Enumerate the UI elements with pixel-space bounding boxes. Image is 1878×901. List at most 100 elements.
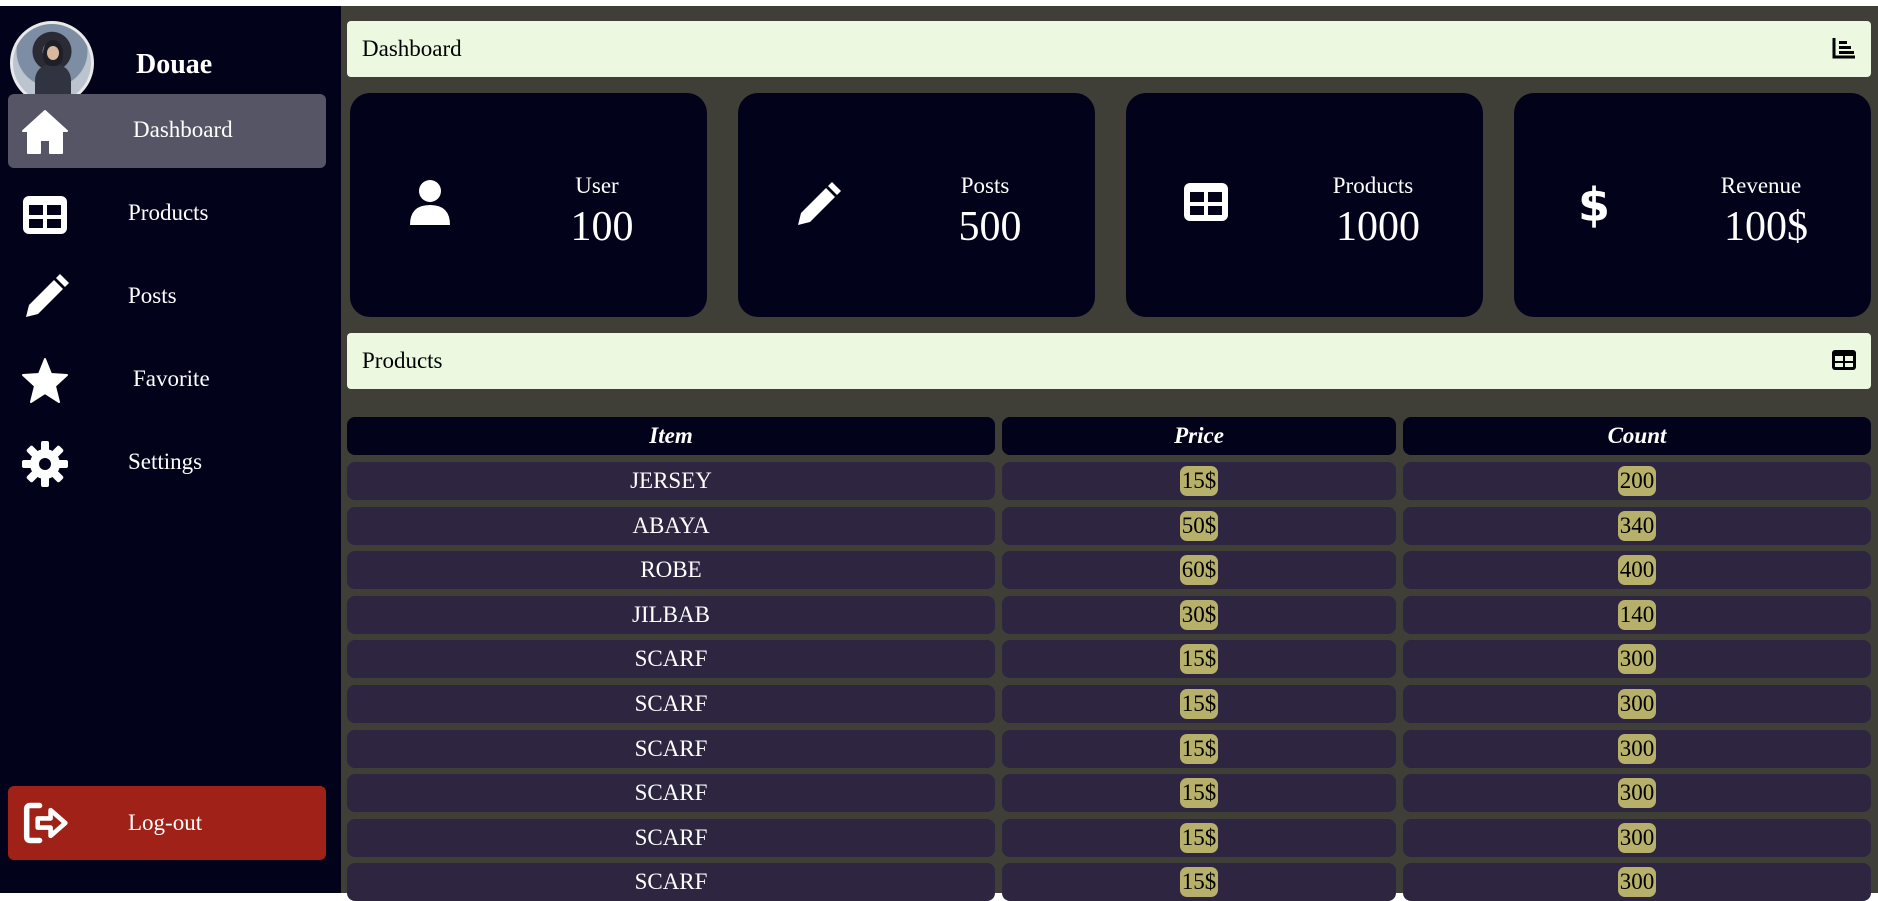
sidebar-item-label: Posts	[128, 283, 177, 308]
count-badge: 300	[1617, 644, 1657, 675]
logout-button[interactable]: Log-out	[8, 786, 326, 860]
sidebar-item-posts[interactable]: Posts	[8, 260, 326, 334]
price-badge: 15$	[1179, 466, 1219, 496]
star-icon	[22, 358, 68, 403]
gear-icon	[22, 441, 68, 487]
table-row[interactable]: ABAYA 50$ 340	[347, 506, 1871, 545]
home-icon	[22, 110, 68, 154]
column-header-item[interactable]: Item	[347, 417, 995, 455]
sidebar-item-products[interactable]: Products	[8, 177, 326, 251]
item-cell: JILBAB	[347, 595, 995, 634]
sidebar-item-favorite[interactable]: Favorite	[8, 343, 326, 417]
item-cell: SCARF	[347, 640, 995, 679]
price-badge: 15$	[1179, 778, 1219, 809]
price-cell: 50$	[1002, 506, 1396, 545]
price-cell: 15$	[1002, 685, 1396, 723]
sidebar: Douae Dashboard Products Posts Favorite …	[0, 6, 341, 893]
item-cell: SCARF	[347, 729, 995, 768]
logout-icon	[23, 802, 68, 844]
column-header-price[interactable]: Price	[1002, 417, 1396, 455]
chart-icon[interactable]	[1831, 35, 1857, 61]
table-row[interactable]: JILBAB 30$ 140	[347, 595, 1871, 634]
table-icon[interactable]	[1831, 347, 1857, 373]
table-row[interactable]: ROBE 60$ 400	[347, 551, 1871, 590]
count-cell: 300	[1403, 774, 1871, 813]
price-badge: 30$	[1179, 599, 1219, 630]
price-cell: 15$	[1002, 462, 1396, 500]
sidebar-item-label: Favorite	[133, 366, 210, 391]
count-cell: 300	[1403, 685, 1871, 723]
price-cell: 15$	[1002, 774, 1396, 813]
stat-card-products: Products 1000	[1126, 93, 1483, 317]
stat-label: Revenue	[1720, 173, 1802, 198]
table-row[interactable]: JERSEY 15$ 200	[347, 462, 1871, 500]
count-cell: 200	[1403, 462, 1871, 500]
stat-value: 100	[570, 204, 634, 250]
price-cell: 30$	[1002, 595, 1396, 634]
pencil-icon	[26, 274, 69, 317]
price-badge: 60$	[1179, 555, 1219, 586]
price-badge: 50$	[1179, 510, 1219, 541]
stat-value: 1000	[1336, 204, 1420, 250]
stat-value: 500	[958, 204, 1022, 250]
table-icon	[1184, 183, 1228, 221]
stat-card-users: User 100	[350, 93, 707, 317]
count-badge: 300	[1617, 689, 1657, 719]
profile: Douae	[8, 21, 334, 105]
sidebar-item-label: Dashboard	[133, 117, 233, 142]
item-cell: ABAYA	[347, 506, 995, 545]
item-cell: SCARF	[347, 863, 995, 901]
dashboard-header: Dashboard	[347, 21, 1871, 77]
table-row[interactable]: SCARF 15$ 300	[347, 640, 1871, 679]
count-badge: 300	[1617, 733, 1657, 764]
stat-label: Products	[1332, 173, 1414, 198]
count-badge: 200	[1617, 466, 1657, 496]
table-row[interactable]: SCARF 15$ 300	[347, 685, 1871, 723]
section-title: Products	[362, 348, 443, 373]
sidebar-item-settings[interactable]: Settings	[8, 426, 326, 500]
item-cell: ROBE	[347, 551, 995, 590]
svg-text:$: $	[1578, 178, 1610, 229]
logout-label: Log-out	[128, 810, 203, 835]
count-badge: 340	[1617, 510, 1657, 541]
count-cell: 300	[1403, 818, 1871, 857]
sidebar-item-dashboard[interactable]: Dashboard	[8, 94, 326, 168]
item-cell: SCARF	[347, 774, 995, 813]
table-row[interactable]: SCARF 15$ 300	[347, 729, 1871, 768]
table-row[interactable]: SCARF 15$ 300	[347, 818, 1871, 857]
item-cell: SCARF	[347, 685, 995, 723]
page-title: Dashboard	[362, 36, 462, 61]
item-cell: SCARF	[347, 818, 995, 857]
count-cell: 300	[1403, 640, 1871, 679]
price-cell: 60$	[1002, 551, 1396, 590]
count-cell: 400	[1403, 551, 1871, 590]
app-window: Douae Dashboard Products Posts Favorite …	[0, 6, 1878, 901]
price-cell: 15$	[1002, 640, 1396, 679]
table-icon	[23, 196, 67, 234]
avatar	[10, 21, 94, 105]
user-icon	[410, 180, 450, 225]
stat-value: 100$	[1724, 204, 1808, 250]
username: Douae	[136, 49, 213, 80]
column-header-count[interactable]: Count	[1403, 417, 1871, 455]
table-row[interactable]: SCARF 15$ 300	[347, 863, 1871, 901]
count-badge: 140	[1617, 599, 1657, 630]
price-cell: 15$	[1002, 818, 1396, 857]
sidebar-item-label: Settings	[128, 449, 203, 474]
price-badge: 15$	[1179, 733, 1219, 764]
price-badge: 15$	[1179, 644, 1219, 675]
table-header-row: Item Price Count	[347, 417, 1871, 455]
table-row[interactable]: SCARF 15$ 300	[347, 774, 1871, 813]
stat-label: Posts	[960, 173, 1010, 198]
count-badge: 300	[1617, 822, 1657, 853]
count-cell: 300	[1403, 863, 1871, 901]
stat-card-posts: Posts 500	[738, 93, 1095, 317]
count-cell: 300	[1403, 729, 1871, 768]
count-cell: 340	[1403, 506, 1871, 545]
dollar-icon: $	[1578, 178, 1610, 229]
price-cell: 15$	[1002, 729, 1396, 768]
price-cell: 15$	[1002, 863, 1396, 901]
count-badge: 400	[1617, 555, 1657, 586]
price-badge: 15$	[1179, 822, 1219, 853]
price-badge: 15$	[1179, 689, 1219, 719]
